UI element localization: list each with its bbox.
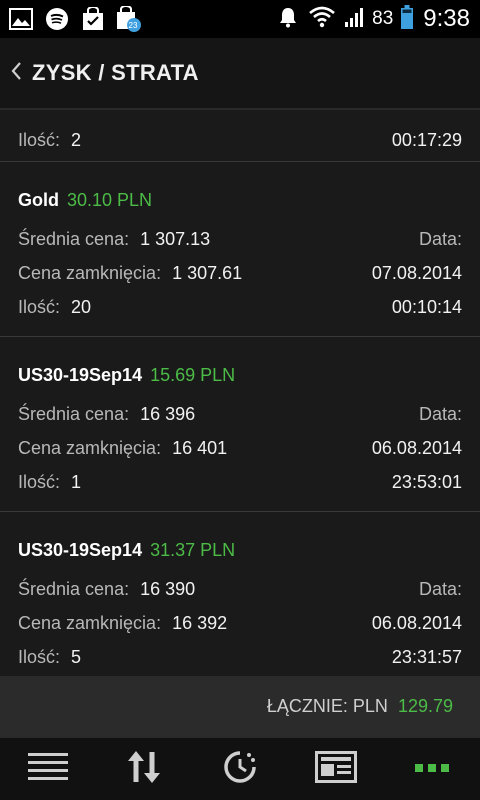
clock-time: 9:38: [423, 5, 470, 32]
bell-icon: [276, 5, 300, 34]
profit-value: 31.37 PLN: [150, 539, 236, 560]
date-label: Data:: [418, 228, 462, 249]
avg-price-value: 1 307.13: [140, 228, 211, 249]
time-value: 00:10:14: [391, 296, 462, 317]
nav-menu-button[interactable]: [0, 738, 96, 800]
wifi-icon: [308, 6, 336, 33]
calendar-badge: 23: [128, 21, 138, 30]
date-value: 06.08.2014: [371, 437, 462, 458]
avg-price-label: Średnia cena:: [18, 578, 130, 599]
qty-label: Ilość:: [18, 296, 61, 317]
qty-value: 1: [71, 471, 82, 492]
list-item[interactable]: Gold 30.10 PLN Średnia cena: 1 307.13 Dat…: [0, 162, 480, 337]
list-item-partial[interactable]: Ilość: 2 00:17:29: [0, 110, 480, 162]
total-summary: ŁĄCZNIE: PLN 129.79: [0, 676, 480, 736]
spotify-icon: [44, 6, 70, 32]
list-item[interactable]: US30-19Sep14 15.69 PLN Średnia cena: 16 3…: [0, 337, 480, 512]
qty-value: 2: [71, 129, 82, 150]
total-value: 129.79: [397, 695, 453, 716]
total-label: ŁĄCZNIE: PLN: [266, 695, 388, 716]
qty-value: 5: [71, 646, 82, 667]
nav-more-button[interactable]: [384, 738, 480, 800]
time-value: 23:53:01: [391, 471, 462, 492]
more-dots-icon: [415, 760, 449, 778]
positions-list: Ilość: 2 00:17:29 Gold 30.10 PLN Średnia …: [0, 110, 480, 676]
avg-price-label: Średnia cena:: [18, 228, 130, 249]
qty-label: Ilość:: [18, 471, 61, 492]
date-value: 06.08.2014: [371, 612, 462, 633]
avg-price-label: Średnia cena:: [18, 403, 130, 424]
back-button[interactable]: [0, 38, 32, 108]
calendar-icon: 23: [116, 6, 142, 32]
symbol-name: Gold: [18, 189, 59, 210]
image-icon: [8, 6, 34, 32]
profit-value: 15.69 PLN: [150, 364, 236, 385]
time-value: 23:31:57: [391, 646, 462, 667]
qty-label: Ilość:: [18, 646, 61, 667]
symbol-name: US30-19Sep14: [18, 539, 143, 560]
qty-label: Ilość:: [18, 129, 61, 150]
app-header: ZYSK / STRATA: [0, 38, 480, 110]
close-price-label: Cena zamknięcia:: [18, 262, 162, 283]
date-value: 07.08.2014: [371, 262, 462, 283]
news-icon: [315, 750, 357, 788]
signal-icon: [344, 6, 364, 33]
nav-history-button[interactable]: [192, 738, 288, 800]
symbol-name: US30-19Sep14: [18, 364, 143, 385]
avg-price-value: 16 390: [140, 578, 196, 599]
close-price-value: 1 307.61: [172, 262, 243, 283]
chevron-left-icon: [10, 60, 24, 87]
battery-icon: [401, 4, 414, 34]
avg-price-value: 16 396: [140, 403, 196, 424]
profit-value: 30.10 PLN: [67, 189, 153, 210]
sort-arrows-icon: [126, 750, 162, 789]
date-label: Data:: [418, 578, 462, 599]
menu-icon: [27, 751, 69, 788]
list-item[interactable]: US30-19Sep14 31.37 PLN Średnia cena: 16 3…: [0, 512, 480, 676]
time-value: 00:17:29: [391, 129, 462, 150]
battery-percent: 83: [372, 8, 394, 29]
page-title: ZYSK / STRATA: [32, 60, 199, 85]
nav-trade-button[interactable]: [96, 738, 192, 800]
qty-value: 20: [71, 296, 92, 317]
close-price-label: Cena zamknięcia:: [18, 437, 162, 458]
close-price-value: 16 401: [172, 437, 228, 458]
date-label: Data:: [418, 403, 462, 424]
status-bar: 23 83 9:38: [0, 0, 480, 38]
positions-list-viewport[interactable]: Ilość: 2 00:17:29 Gold 30.10 PLN Średnia …: [0, 110, 480, 676]
close-price-label: Cena zamknięcia:: [18, 612, 162, 633]
bottom-navigation: [0, 736, 480, 800]
nav-news-button[interactable]: [288, 738, 384, 800]
history-clock-icon: [222, 749, 258, 790]
close-price-value: 16 392: [172, 612, 228, 633]
shopping-bag-icon: [80, 6, 106, 32]
